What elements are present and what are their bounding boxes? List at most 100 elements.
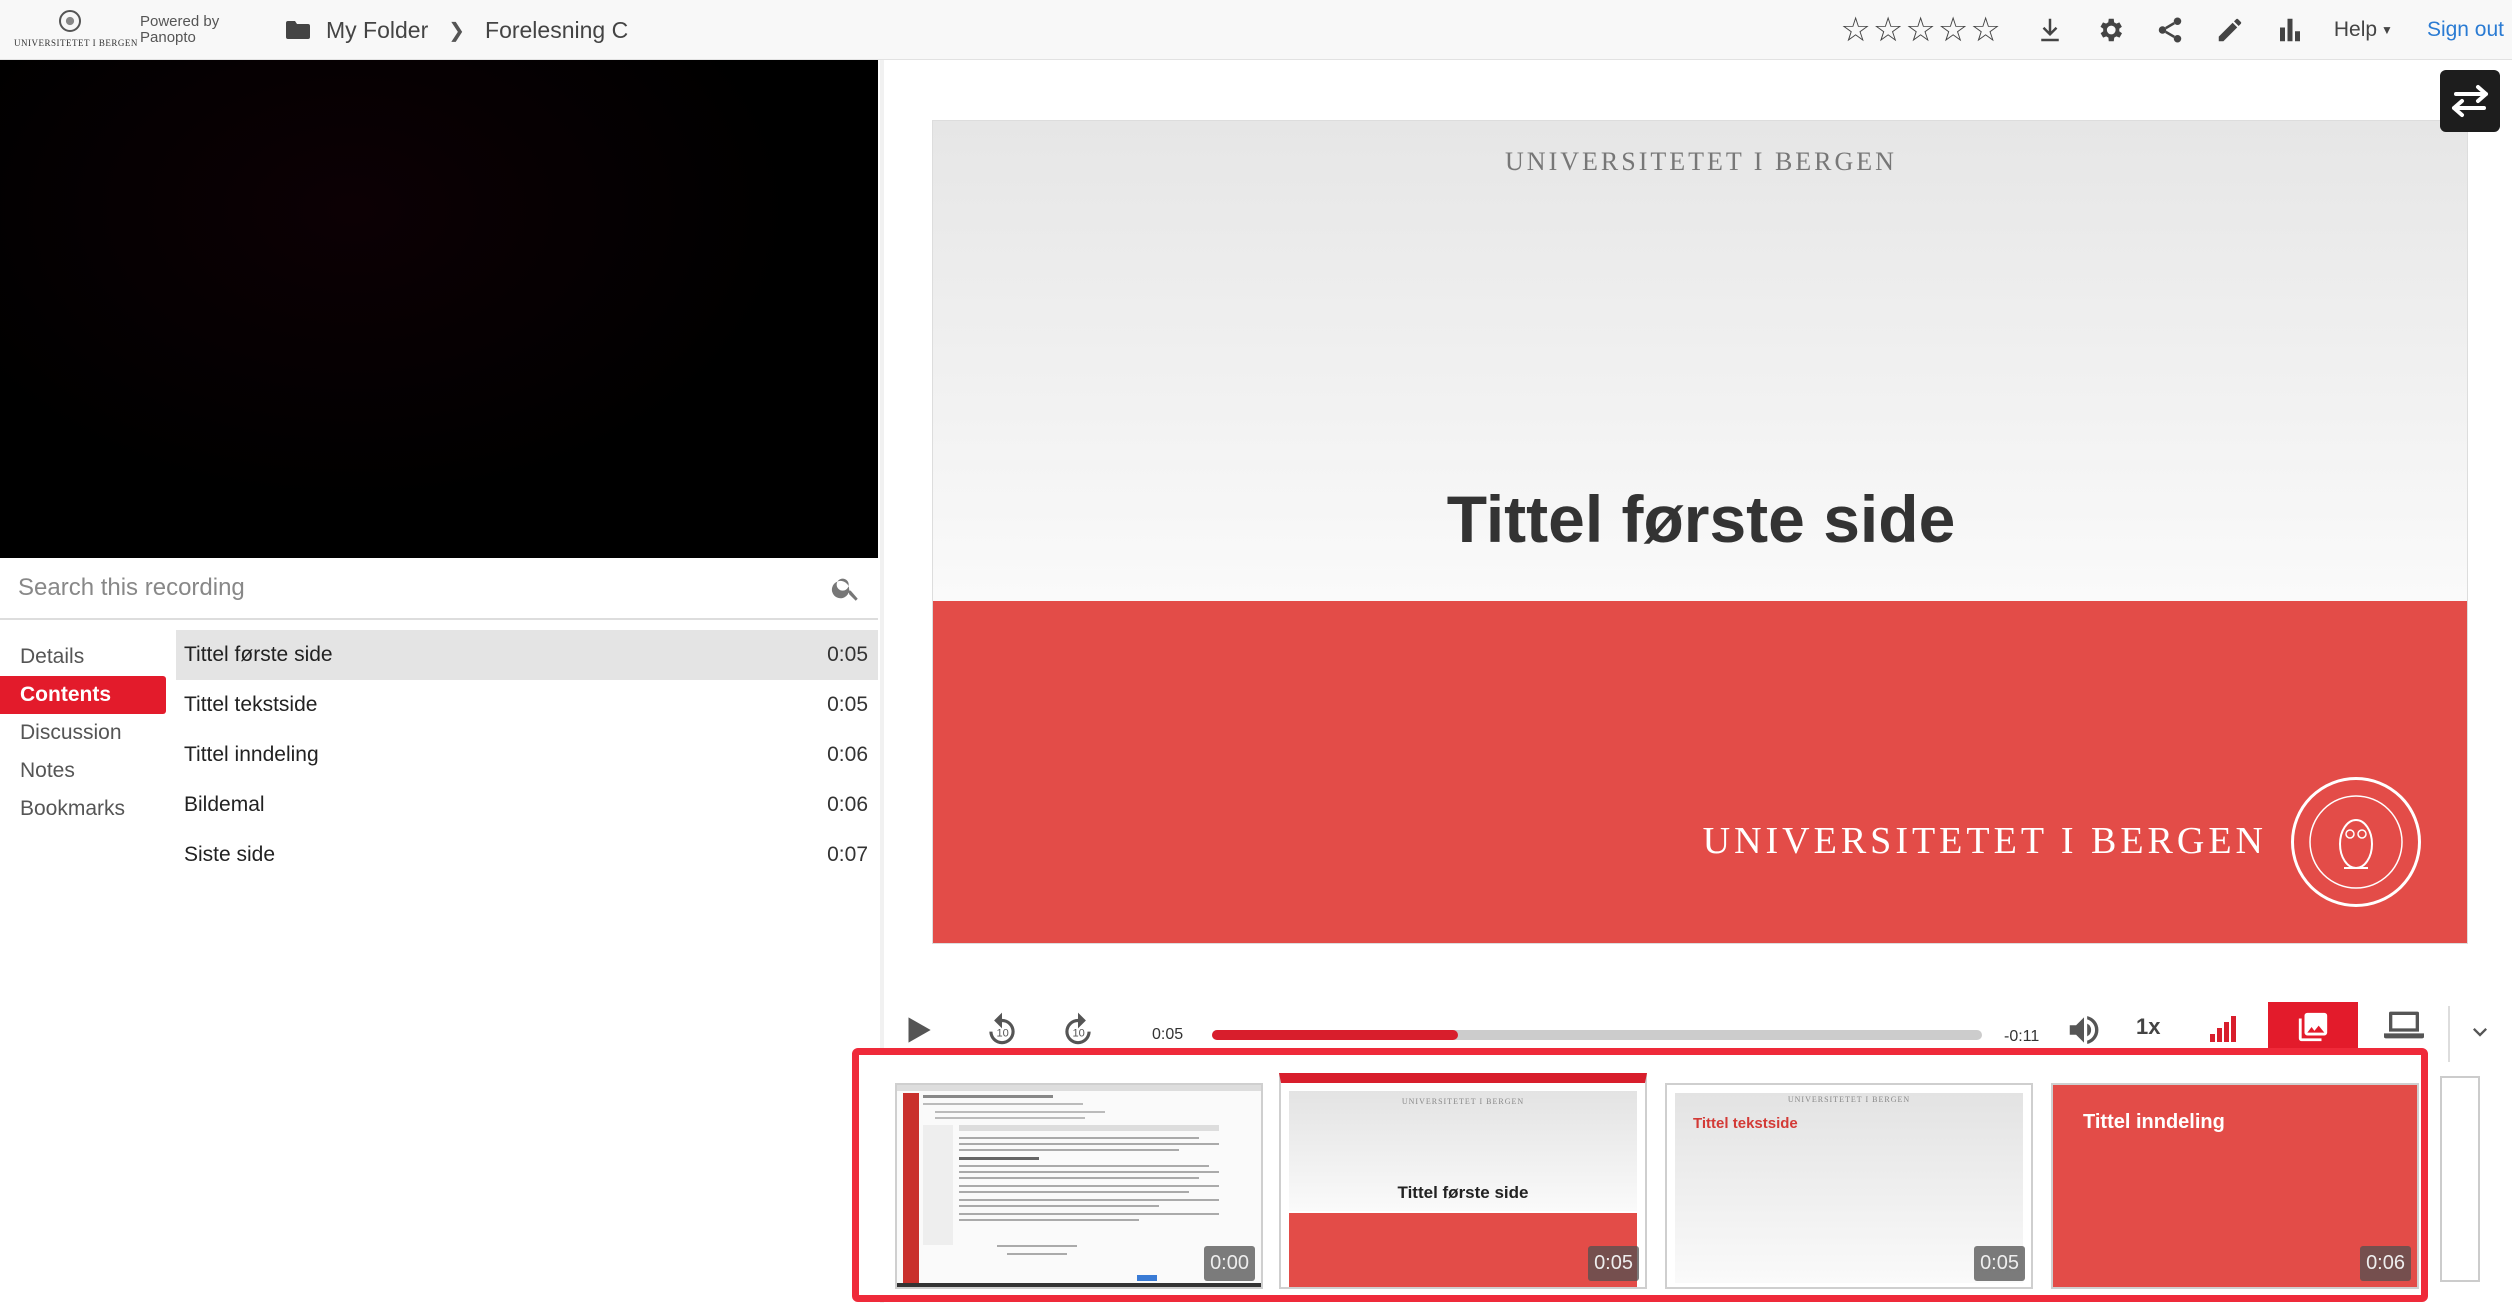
folder-icon (286, 21, 310, 39)
thumbnail-title-slide[interactable]: UNIVERSITETET I BERGEN Tittel første sid… (1279, 1073, 1647, 1289)
camera-video-player[interactable] (0, 60, 878, 558)
current-time: 0:05 (1152, 1026, 1184, 1043)
thumbnail-time: 0:00 (1204, 1246, 1255, 1281)
powered-by-brand: Panopto (140, 29, 196, 46)
breadcrumb-folder[interactable]: My Folder (326, 17, 428, 44)
logo-text: UNIVERSITETET I BERGEN (14, 38, 138, 48)
thumbnail-small-text: UNIVERSITETET I BERGEN (1787, 1095, 1911, 1104)
header-actions: ☆ ☆ ☆ ☆ ☆ Help ▼ Sign out (1839, 0, 2512, 60)
remaining-time: -0:11 (2004, 1028, 2040, 1045)
chevron-down-icon (2473, 1028, 2487, 1037)
content-time: 0:06 (827, 743, 868, 766)
seek-bar[interactable] (1212, 1030, 1982, 1040)
content-title: Tittel første side (184, 643, 333, 666)
thumbnail-next-partial[interactable] (2440, 1076, 2480, 1282)
chevron-right-icon: ❯ (448, 19, 466, 42)
share-icon[interactable] (2140, 0, 2200, 60)
collapse-toggle-button[interactable] (2466, 1018, 2494, 1046)
thumbnail-red-band (1289, 1213, 1637, 1287)
content-title: Siste side (184, 843, 276, 866)
search-input[interactable]: Search this recording (18, 574, 245, 602)
tab-bookmarks[interactable]: Bookmarks (0, 790, 166, 828)
quality-button[interactable] (2210, 1012, 2244, 1042)
list-item[interactable]: Tittel første side 0:05 (176, 630, 878, 680)
stats-bar-chart-icon[interactable] (2260, 0, 2320, 60)
content-title: Tittel inndeling (184, 743, 319, 766)
playback-speed-button[interactable]: 1x (2136, 1014, 2160, 1040)
breadcrumb-current: Forelesning C (485, 16, 629, 43)
rating-stars[interactable]: ☆ ☆ ☆ ☆ ☆ (1839, 13, 2001, 47)
thumbnail-title: Tittel tekstside (1693, 1115, 1798, 1132)
thumbnail-screen[interactable]: 0:00 (895, 1083, 1263, 1289)
list-item[interactable]: Bildemal 0:06 (176, 780, 878, 830)
settings-gear-icon[interactable] (2080, 0, 2140, 60)
tab-notes[interactable]: Notes (0, 752, 166, 790)
contents-list: Tittel første side 0:05 Tittel tekstside… (176, 630, 878, 880)
thumbnail-small-text: UNIVERSITETET I BERGEN (1401, 1097, 1525, 1106)
thumbnail-section-slide[interactable]: Tittel inndeling 0:06 (2051, 1083, 2419, 1289)
caret-down-icon: ▼ (2381, 23, 2393, 38)
slide-view: UNIVERSITETET I BERGEN Tittel første sid… (932, 120, 2468, 944)
thumbnail-title: Tittel første side (1397, 1183, 1529, 1202)
powered-by: Powered by Panopto (140, 14, 219, 46)
content-time: 0:05 (827, 693, 868, 716)
thumbnail-time: 0:05 (1588, 1246, 1639, 1281)
content-time: 0:07 (827, 843, 868, 866)
slide-university-text: UNIVERSITETET I BERGEN (1505, 147, 1897, 176)
rewind-10-button[interactable]: 10 (978, 1006, 1026, 1054)
star-icon[interactable]: ☆ (1905, 13, 1935, 47)
star-icon[interactable]: ☆ (1840, 13, 1870, 47)
breadcrumb: My Folder ❯ Forelesning C (286, 14, 628, 46)
signal-bars-icon (2210, 1016, 2236, 1042)
star-icon[interactable]: ☆ (1970, 13, 2000, 47)
play-icon (908, 1017, 931, 1043)
list-item[interactable]: Siste side 0:07 (176, 830, 878, 880)
sign-out-link[interactable]: Sign out (2427, 18, 2504, 42)
download-icon[interactable] (2020, 0, 2080, 60)
side-tabs: Details Contents Discussion Notes Bookma… (0, 638, 166, 828)
svg-text:10: 10 (1072, 1027, 1084, 1039)
thumbnail-time: 0:06 (2360, 1246, 2411, 1281)
content-title: Bildemal (184, 793, 265, 816)
help-menu[interactable]: Help ▼ (2334, 18, 2393, 42)
list-item[interactable]: Tittel tekstside 0:05 (176, 680, 878, 730)
thumbnail-text-slide[interactable]: UNIVERSITETET I BERGEN Tittel tekstside … (1665, 1083, 2033, 1289)
volume-button[interactable] (2060, 1006, 2108, 1054)
forward-10-button[interactable]: 10 (1054, 1006, 1102, 1054)
slide-red-band: UNIVERSITETET I BERGEN (933, 601, 2467, 943)
slide-header-area: UNIVERSITETET I BERGEN Tittel første sid… (933, 121, 2467, 601)
top-bar: UNIVERSITETET I BERGEN Powered by Panopt… (0, 0, 2512, 60)
search-bar: Search this recording (0, 558, 878, 620)
screen-view-button[interactable] (2384, 1008, 2424, 1042)
thumbnail-time: 0:05 (1974, 1246, 2025, 1281)
list-item[interactable]: Tittel inndeling 0:06 (176, 730, 878, 780)
swap-layout-button[interactable] (2440, 70, 2500, 132)
university-seal-icon (2291, 777, 2421, 907)
forward-10-icon: 10 (1065, 1012, 1091, 1045)
slide-thumbnail-strip: 0:00 UNIVERSITETET I BERGEN Tittel først… (852, 1048, 2428, 1302)
play-button[interactable] (894, 1006, 942, 1054)
laptop-icon (2384, 1011, 2424, 1039)
rewind-10-icon: 10 (989, 1012, 1015, 1045)
edit-pencil-icon[interactable] (2200, 0, 2260, 60)
star-icon[interactable]: ☆ (1873, 13, 1903, 47)
content-time: 0:05 (827, 643, 868, 666)
tab-discussion[interactable]: Discussion (0, 714, 166, 752)
controls-separator (2448, 1006, 2450, 1062)
tab-details[interactable]: Details (0, 638, 166, 676)
thumbnail-title: Tittel inndeling (2083, 1111, 2225, 1133)
university-seal-icon (59, 10, 81, 32)
university-logo[interactable]: UNIVERSITETET I BERGEN (14, 10, 138, 52)
svg-text:10: 10 (996, 1027, 1008, 1039)
volume-icon (2069, 1016, 2099, 1044)
swap-arrows-icon (2452, 85, 2488, 117)
help-label: Help (2333, 18, 2378, 41)
seek-bar-progress (1212, 1030, 1459, 1040)
slide-band-text: UNIVERSITETET I BERGEN (1702, 820, 2267, 862)
slides-icon (2298, 1012, 2328, 1042)
star-icon[interactable]: ☆ (1938, 13, 1968, 47)
search-icon[interactable] (830, 572, 862, 604)
content-time: 0:06 (827, 793, 868, 816)
slide-title: Tittel første side (1446, 482, 1956, 556)
tab-contents[interactable]: Contents (0, 676, 166, 714)
